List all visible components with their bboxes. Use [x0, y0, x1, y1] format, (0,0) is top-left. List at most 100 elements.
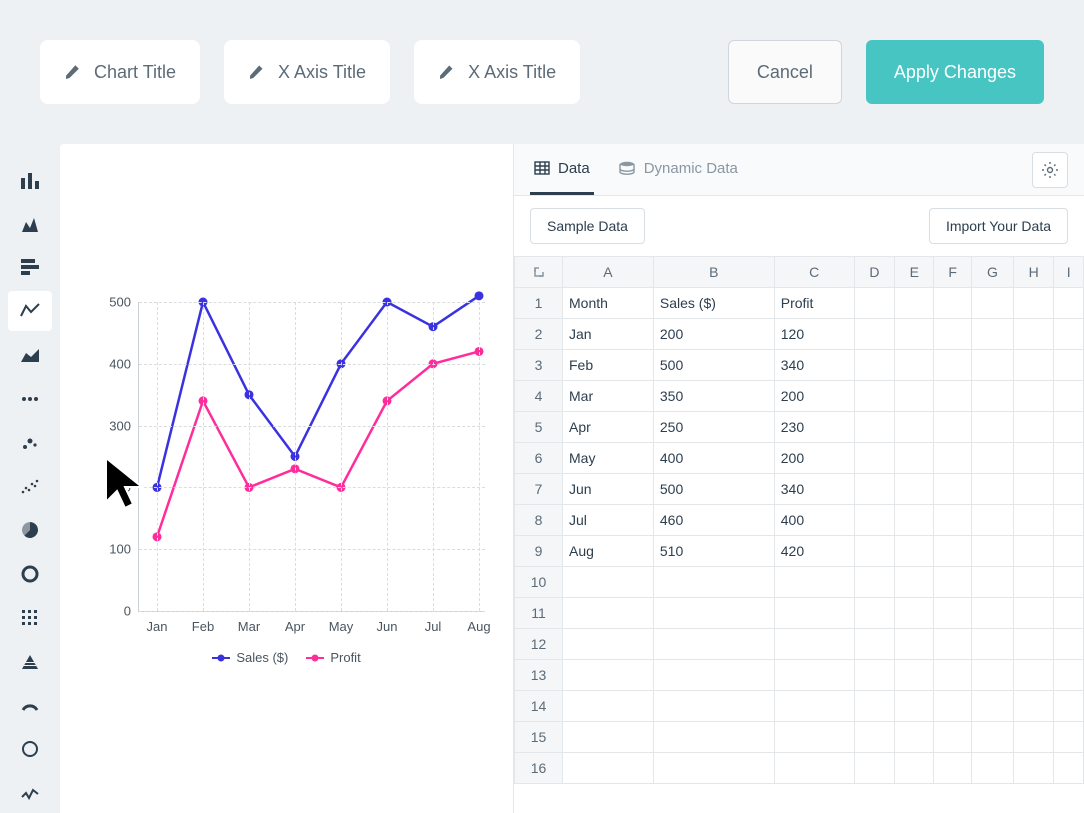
sheet-cell[interactable]: [563, 691, 654, 722]
sheet-cell[interactable]: [895, 505, 934, 536]
sheet-cell[interactable]: [1013, 319, 1053, 350]
sheet-corner[interactable]: [515, 257, 563, 288]
sheet-cell[interactable]: [854, 319, 894, 350]
chart-type-bubble-icon[interactable]: [8, 423, 52, 463]
sheet-cell[interactable]: 400: [774, 505, 854, 536]
data-settings-button[interactable]: [1032, 152, 1068, 188]
sheet-cell[interactable]: [653, 660, 774, 691]
row-header[interactable]: 4: [515, 381, 563, 412]
sheet-cell[interactable]: [1054, 443, 1084, 474]
sheet-cell[interactable]: [895, 629, 934, 660]
sheet-cell[interactable]: [895, 350, 934, 381]
sheet-cell[interactable]: [972, 753, 1014, 784]
sheet-cell[interactable]: Mar: [563, 381, 654, 412]
column-header[interactable]: C: [774, 257, 854, 288]
sheet-cell[interactable]: [972, 474, 1014, 505]
y-axis-title-input[interactable]: X Axis Title: [414, 40, 580, 104]
sheet-cell[interactable]: [1054, 722, 1084, 753]
sheet-cell[interactable]: [972, 288, 1014, 319]
row-header[interactable]: 11: [515, 598, 563, 629]
sheet-cell[interactable]: [774, 567, 854, 598]
sheet-cell[interactable]: [653, 753, 774, 784]
sheet-cell[interactable]: [1054, 350, 1084, 381]
sheet-cell[interactable]: [854, 598, 894, 629]
apply-changes-button[interactable]: Apply Changes: [866, 40, 1044, 104]
sheet-cell[interactable]: [774, 629, 854, 660]
sheet-cell[interactable]: [895, 412, 934, 443]
sheet-cell[interactable]: [1013, 722, 1053, 753]
sheet-cell[interactable]: [774, 691, 854, 722]
sheet-cell[interactable]: [653, 629, 774, 660]
sheet-cell[interactable]: [1054, 629, 1084, 660]
sheet-cell[interactable]: [1013, 443, 1053, 474]
row-header[interactable]: 3: [515, 350, 563, 381]
sheet-cell[interactable]: [972, 319, 1014, 350]
sheet-cell[interactable]: [934, 722, 972, 753]
sheet-cell[interactable]: [563, 598, 654, 629]
sheet-cell[interactable]: Jun: [563, 474, 654, 505]
sheet-cell[interactable]: [934, 536, 972, 567]
sheet-cell[interactable]: [934, 567, 972, 598]
sheet-cell[interactable]: [653, 691, 774, 722]
column-header[interactable]: A: [563, 257, 654, 288]
sheet-cell[interactable]: [895, 536, 934, 567]
sheet-cell[interactable]: Jul: [563, 505, 654, 536]
sheet-cell[interactable]: [854, 412, 894, 443]
sheet-cell[interactable]: [972, 691, 1014, 722]
sheet-cell[interactable]: 230: [774, 412, 854, 443]
sheet-cell[interactable]: [934, 753, 972, 784]
sheet-cell[interactable]: [972, 660, 1014, 691]
chart-type-ring-icon[interactable]: [8, 729, 52, 769]
sheet-cell[interactable]: [895, 753, 934, 784]
sheet-cell[interactable]: [653, 567, 774, 598]
row-header[interactable]: 6: [515, 443, 563, 474]
row-header[interactable]: 15: [515, 722, 563, 753]
sheet-cell[interactable]: Feb: [563, 350, 654, 381]
sheet-cell[interactable]: [653, 722, 774, 753]
sheet-cell[interactable]: [854, 381, 894, 412]
sheet-cell[interactable]: [1013, 381, 1053, 412]
sheet-cell[interactable]: [934, 443, 972, 474]
cancel-button[interactable]: Cancel: [728, 40, 842, 104]
sheet-cell[interactable]: [895, 722, 934, 753]
sheet-cell[interactable]: [774, 660, 854, 691]
sheet-cell[interactable]: [895, 660, 934, 691]
tab-data[interactable]: Data: [530, 144, 594, 195]
sheet-cell[interactable]: [895, 319, 934, 350]
sheet-cell[interactable]: [563, 660, 654, 691]
sheet-cell[interactable]: [854, 753, 894, 784]
sheet-cell[interactable]: [972, 536, 1014, 567]
sheet-cell[interactable]: Profit: [774, 288, 854, 319]
chart-type-bar-icon[interactable]: [8, 160, 52, 200]
sheet-cell[interactable]: [1054, 319, 1084, 350]
sheet-cell[interactable]: [934, 350, 972, 381]
chart-type-spark-icon[interactable]: [8, 773, 52, 813]
chart-type-scatter-icon[interactable]: [8, 467, 52, 507]
sheet-cell[interactable]: 340: [774, 350, 854, 381]
sheet-cell[interactable]: [934, 412, 972, 443]
sheet-cell[interactable]: [934, 691, 972, 722]
sheet-cell[interactable]: [1013, 412, 1053, 443]
sheet-cell[interactable]: [1013, 598, 1053, 629]
sheet-cell[interactable]: [895, 691, 934, 722]
sheet-cell[interactable]: [563, 753, 654, 784]
sheet-cell[interactable]: [563, 629, 654, 660]
sheet-cell[interactable]: 420: [774, 536, 854, 567]
sheet-cell[interactable]: [895, 598, 934, 629]
sheet-cell[interactable]: [774, 598, 854, 629]
sheet-cell[interactable]: [972, 567, 1014, 598]
chart-type-donut-icon[interactable]: [8, 554, 52, 594]
sheet-cell[interactable]: 340: [774, 474, 854, 505]
row-header[interactable]: 16: [515, 753, 563, 784]
sheet-cell[interactable]: [972, 443, 1014, 474]
sheet-cell[interactable]: [1013, 536, 1053, 567]
sheet-cell[interactable]: [563, 567, 654, 598]
sheet-cell[interactable]: 500: [653, 474, 774, 505]
row-header[interactable]: 12: [515, 629, 563, 660]
sheet-cell[interactable]: [774, 722, 854, 753]
sheet-cell[interactable]: [895, 443, 934, 474]
sheet-cell[interactable]: Month: [563, 288, 654, 319]
sheet-cell[interactable]: [1054, 753, 1084, 784]
sheet-cell[interactable]: [854, 567, 894, 598]
chart-type-line-icon[interactable]: [8, 291, 52, 331]
